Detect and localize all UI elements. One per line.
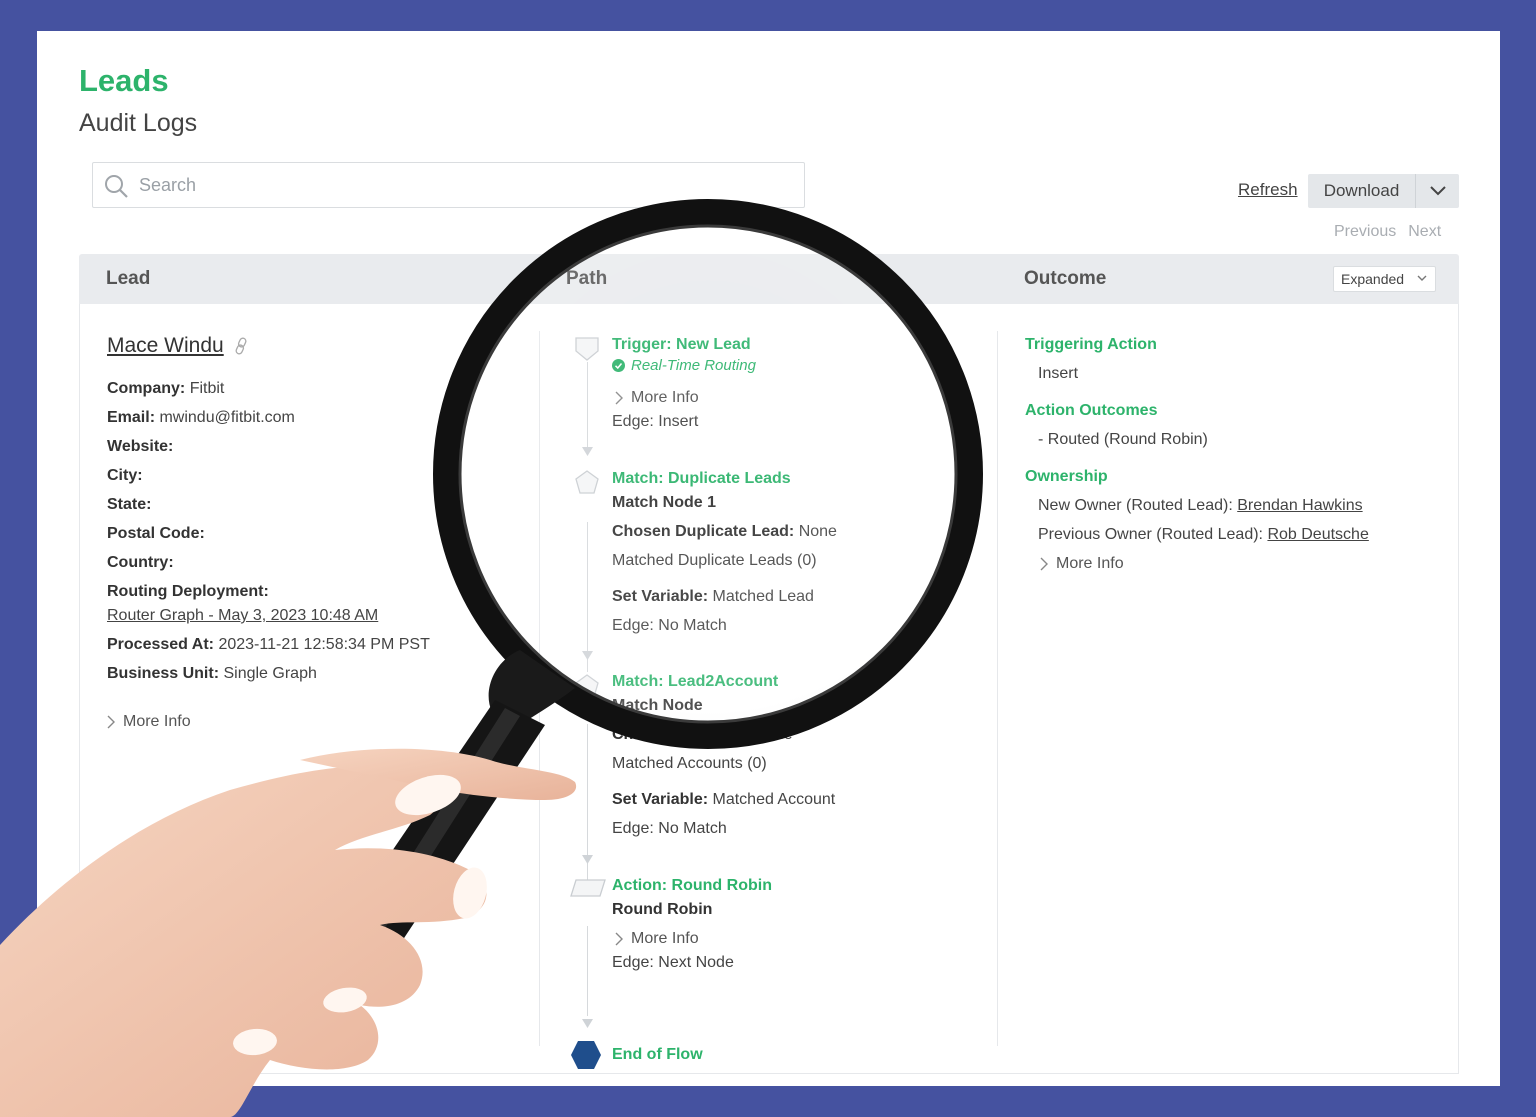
match2-edge: Edge: No Match: [612, 820, 727, 837]
outcome-triggering-value: Insert: [1038, 365, 1079, 382]
action-title[interactable]: Action: Round Robin: [612, 877, 772, 895]
lead-state: State:: [107, 496, 152, 513]
match2-set-variable: Set Variable: Matched Account: [612, 791, 836, 808]
lead-deployment-link[interactable]: Router Graph - May 3, 2023 10:48 AM: [107, 607, 378, 625]
lead-processed-at: Processed At: 2023-11-21 12:58:34 PM PST: [107, 636, 430, 653]
lead-name-link[interactable]: Mace Windu: [107, 334, 224, 358]
action-more-info[interactable]: More Info: [615, 930, 699, 948]
pentagon-node-icon: [575, 470, 599, 494]
end-of-flow: End of Flow: [612, 1046, 703, 1063]
match2-node: Match Node: [612, 697, 703, 714]
match2-title[interactable]: Match: Lead2Account: [612, 673, 778, 691]
page-subtitle: Audit Logs: [79, 109, 198, 137]
lead-more-info[interactable]: More Info: [107, 713, 191, 731]
download-split-button: Download: [1308, 174, 1459, 208]
path-connector: [587, 362, 588, 452]
lead-country: Country:: [107, 554, 174, 571]
chevron-right-icon: [107, 715, 115, 729]
match1-matched: Matched Duplicate Leads (0): [612, 552, 817, 569]
outcome-actions-title: Action Outcomes: [1025, 402, 1158, 419]
previous-owner-link[interactable]: Rob Deutsche: [1267, 526, 1368, 543]
outcome-previous-owner: Previous Owner (Routed Lead): Rob Deutsc…: [1038, 526, 1369, 543]
chevron-right-icon: [615, 932, 623, 946]
pager: Previous Next: [1334, 223, 1453, 241]
down-arrow-icon: [582, 447, 593, 456]
parallelogram-node-icon: [570, 879, 606, 897]
lead-deployment-label: Routing Deployment:: [107, 583, 269, 600]
search-box[interactable]: [92, 162, 805, 208]
table-row: Mace Windu Company: Fitbit Email: mwindu…: [79, 304, 1459, 1074]
match1-set-variable: Set Variable: Matched Lead: [612, 588, 814, 605]
new-owner-link[interactable]: Brendan Hawkins: [1237, 497, 1362, 514]
previous-link[interactable]: Previous: [1334, 223, 1396, 240]
lead-postal-code: Postal Code:: [107, 525, 205, 542]
search-input[interactable]: [139, 169, 779, 201]
view-mode-value: Expanded: [1341, 271, 1405, 287]
lead-email: Email: mwindu@fitbit.com: [107, 409, 295, 426]
trigger-more-info[interactable]: More Info: [615, 389, 699, 407]
check-circle-icon: [612, 359, 625, 372]
page-title: Leads: [79, 63, 169, 98]
pentagon-node-icon: [575, 674, 599, 698]
chevron-right-icon: [1040, 557, 1048, 571]
path-connector: [587, 926, 588, 1016]
download-button[interactable]: Download: [1308, 174, 1416, 208]
view-mode-select[interactable]: Expanded: [1333, 266, 1436, 292]
match1-title[interactable]: Match: Duplicate Leads: [612, 470, 791, 488]
outcome-more-info[interactable]: More Info: [1040, 555, 1124, 573]
outcome-triggering-title: Triggering Action: [1025, 336, 1157, 353]
match2-matched: Matched Accounts (0): [612, 755, 767, 772]
column-divider: [539, 331, 540, 1046]
trigger-edge: Edge: Insert: [612, 413, 699, 430]
table-header: Lead Path Outcome Expanded: [79, 254, 1459, 304]
refresh-link[interactable]: Refresh: [1238, 180, 1298, 200]
hexagon-node-icon: [571, 1041, 601, 1069]
down-arrow-icon: [582, 651, 593, 660]
outcome-actions-value: - Routed (Round Robin): [1038, 431, 1208, 448]
outcome-new-owner: New Owner (Routed Lead): Brendan Hawkins: [1038, 497, 1363, 514]
lead-company: Company: Fitbit: [107, 380, 225, 397]
action-edge: Edge: Next Node: [612, 954, 734, 971]
next-link[interactable]: Next: [1408, 223, 1441, 240]
chevron-down-icon: [1429, 186, 1446, 196]
column-divider: [997, 331, 998, 1046]
down-arrow-icon: [582, 1019, 593, 1028]
column-header-path: Path: [566, 268, 608, 289]
match2-chosen: Ch nt: None: [612, 726, 793, 743]
match1-chosen: Chosen Duplicate Lead: None: [612, 523, 837, 540]
trigger-title[interactable]: Trigger: New Lead: [612, 336, 751, 354]
audit-log-card: Leads Audit Logs Refresh Download Previo…: [37, 31, 1500, 1086]
outcome-ownership-title: Ownership: [1025, 468, 1108, 485]
chevron-right-icon: [615, 391, 623, 405]
chevron-down-icon: [1417, 275, 1427, 281]
match1-node: Match Node 1: [612, 494, 717, 511]
column-header-lead: Lead: [106, 268, 151, 289]
search-icon: [105, 175, 128, 198]
link-icon[interactable]: [234, 337, 248, 355]
column-header-outcome: Outcome: [1024, 268, 1107, 289]
action-node: Round Robin: [612, 901, 713, 918]
path-connector: [587, 522, 588, 672]
lead-city: City:: [107, 467, 143, 484]
lead-website: Website:: [107, 438, 174, 455]
download-menu-toggle[interactable]: [1416, 174, 1459, 208]
trigger-subtitle: Real-Time Routing: [612, 357, 756, 374]
down-arrow-icon: [582, 855, 593, 864]
shield-node-icon: [575, 337, 599, 361]
lead-business-unit: Business Unit: Single Graph: [107, 665, 317, 682]
match1-edge: Edge: No Match: [612, 617, 727, 634]
